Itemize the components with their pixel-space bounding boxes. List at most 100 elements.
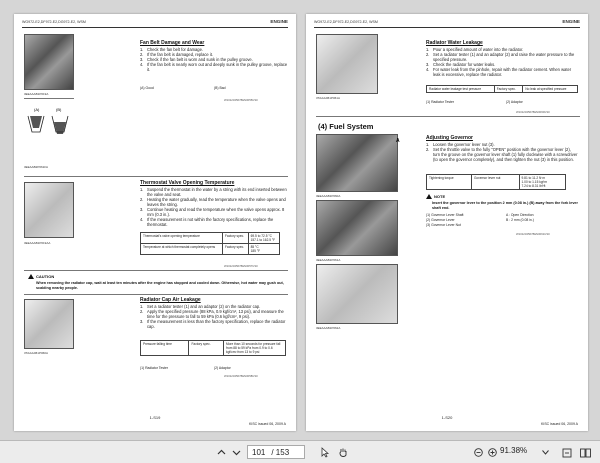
photo-caption: 3TAAAAB1P060A [24,351,48,355]
diagram-label-b: (B) [56,107,62,112]
step: 3. Continue heating and read the temperat… [140,207,285,217]
caution-text-label: CAUTION [36,274,55,279]
step: 4. For water leak from the pinhole, repai… [426,67,572,77]
page-header: WG972-E2,DF972-E2,DG972-E2, WSM ENGINE [22,19,288,28]
chevron-down-icon[interactable] [230,446,243,459]
radiator-cap-title: Radiator Cap Air Leakage [140,297,201,303]
fan-belt-steps: 1. Check the fan belt for damage. 2. If th… [140,47,288,72]
fan-belt-title: Fan Belt Damage and Wear [140,40,205,46]
document-viewer[interactable]: WG972-E2,DF972-E2,DG972-E2, WSM ENGINE 3… [0,0,600,440]
zoom-level[interactable]: 91.38% [500,446,527,455]
table-cell: Factory spec. [493,85,524,93]
fit-page-icon[interactable] [560,446,574,459]
page-header: WG972-E2,DF972-E2,DG972-E2, WSM ENGINE [314,19,580,28]
page-number: 1-S20 [441,415,453,420]
table-cell: More than 10 seconds for pressure fall f… [223,340,286,356]
warning-icon [28,274,34,279]
table-cell: Factory spec. [221,232,249,244]
legend-2: (2) Adaptor [506,100,523,104]
reference-code: W1012345678EN0057US0 [224,264,258,268]
fan-belt-photo [24,34,74,90]
table-cell: Factory spec. [188,340,224,356]
diagram-caption: 3EEAAB2P061FA [24,165,49,169]
thermostat-spec-table: Thermostat's valve opening temperature F… [140,232,281,255]
cursor-icon[interactable] [318,446,332,459]
governor-photo-middle [316,200,398,256]
step: 2. Set a radiator tester (1) and an adapt… [426,52,575,62]
legend-1: (1) Radiator Tester [140,366,169,370]
legend-item: B : 2 mm (0.08 in.) [506,218,534,222]
table-cell: No leak at specified pressure [522,85,578,93]
legend-1: (1) Radiator Tester [426,100,455,104]
arrow-label-a: A [396,138,400,144]
note-text-label: NOTE [434,194,446,199]
belt-groove-diagram: (A) (B) [27,107,69,134]
table-cell: Factory spec. [221,243,249,255]
diagram-label-a: (A) [34,107,40,112]
thermostat-photo [24,182,74,238]
step: 2. Heating the water gradually, read the … [140,197,286,207]
caution-label: CAUTION [28,274,54,279]
governor-steps: 1. Loosen the governor lever nut (3). 2. S… [426,142,578,162]
table-cell: Pressure falling time [139,340,190,356]
governor-legend-right: A : Open Direction B : 2 mm (0.08 in.) [506,213,534,223]
total-pages: / 153 [271,447,290,457]
table-cell: 85 °C 185 °F [247,243,281,255]
table-row: Radiator water leakage test pressure Fac… [426,85,578,93]
table-cell: Radiator water leakage test pressure [426,85,495,93]
governor-torque-table: Tightening torque Governor lever nut 9.8… [426,174,567,190]
current-page: 101 [252,447,266,457]
thermostat-steps: 1. Suspend the thermostat in the water by… [140,187,290,227]
photo-caption: 3EEAAAB1P061A [316,258,341,262]
legend-b: (B) Bad [214,86,226,90]
page-number-input[interactable]: 101 / 153 [247,445,305,459]
table-row: Temperature at which thermostat complete… [140,243,281,255]
note-text: Insert the governor lever to the positio… [432,201,578,210]
caution-text: When removing the radiator cap, wait at … [36,281,284,290]
edition: KISC issued 06, 2009 A [541,422,578,426]
adjusting-governor-title: Adjusting Governor [426,135,473,141]
step: 2. Apply the specified pressure (88 kPa, … [140,309,284,319]
note-label: NOTE [426,194,445,199]
divider [316,116,580,117]
photo-caption: 3EEAAAB1P062A [316,326,341,330]
radiator-cap-photo [24,299,74,349]
radiator-water-spec-table: Radiator water leakage test pressure Fac… [426,85,578,93]
step: 3. If the measurement is less than the fa… [140,319,286,329]
chevron-up-icon[interactable] [215,446,228,459]
zoom-dropdown-icon[interactable] [540,446,550,459]
photo-caption: 3EEAAAB1P060A [316,194,341,198]
zoom-out-icon[interactable] [472,446,484,459]
header-model: WG972-E2,DF972-E2,DG972-E2, WSM [314,20,378,24]
table-cell: 9.81 to 11.2 N·m 1.00 to 1.15 kgf·m 7.24… [518,174,567,190]
step: 4. If the fan belt is nearly worn out and… [140,62,288,72]
divider [24,270,288,271]
note-icon [426,194,432,199]
divider [24,294,288,295]
table-row: Thermostat's valve opening temperature F… [140,232,281,244]
table-cell: Thermostat's valve opening temperature [140,232,223,244]
fuel-system-title: (4) Fuel System [318,122,374,131]
photo-caption: 3EEAAAB1P019AA [24,241,51,245]
step: 1. Suspend the thermostat in the water by… [140,187,287,197]
edition: KISC issued 06, 2009 A [249,422,286,426]
thermostat-title: Thermostat Valve Opening Temperature [140,180,235,186]
header-model: WG972-E2,DF972-E2,DG972-E2, WSM [22,20,86,24]
reference-code: W1012345678EN0058US0 [224,374,258,378]
page-1-s19: WG972-E2,DF972-E2,DG972-E2, WSM ENGINE 3… [14,14,296,431]
legend-2: (2) Adaptor [214,366,231,370]
radiator-cap-steps: 1. Set a radiator tester (1) and an adapt… [140,304,290,329]
photo-caption: 3EEAAAB1P019A [24,92,49,96]
legend-item: (3) Governor Lever Nut [426,223,461,227]
photo-caption: 3TAAAAB1P061A [316,96,340,100]
radiator-cap-spec-table: Pressure falling time Factory spec. More… [139,340,286,356]
table-cell: Temperature at which thermostat complete… [140,243,223,255]
page-1-s20: WG972-E2,DF972-E2,DG972-E2, WSM ENGINE 3… [306,14,588,431]
zoom-in-icon[interactable] [486,446,498,459]
governor-photo-top [316,134,398,192]
reference-code: W1012345678EN0060US0 [516,110,550,114]
two-page-icon[interactable] [578,446,592,459]
hand-icon[interactable] [336,446,350,459]
step: 2. Set the throttle valve to the fully "O… [426,147,578,162]
page-number: 1-S19 [149,415,161,420]
